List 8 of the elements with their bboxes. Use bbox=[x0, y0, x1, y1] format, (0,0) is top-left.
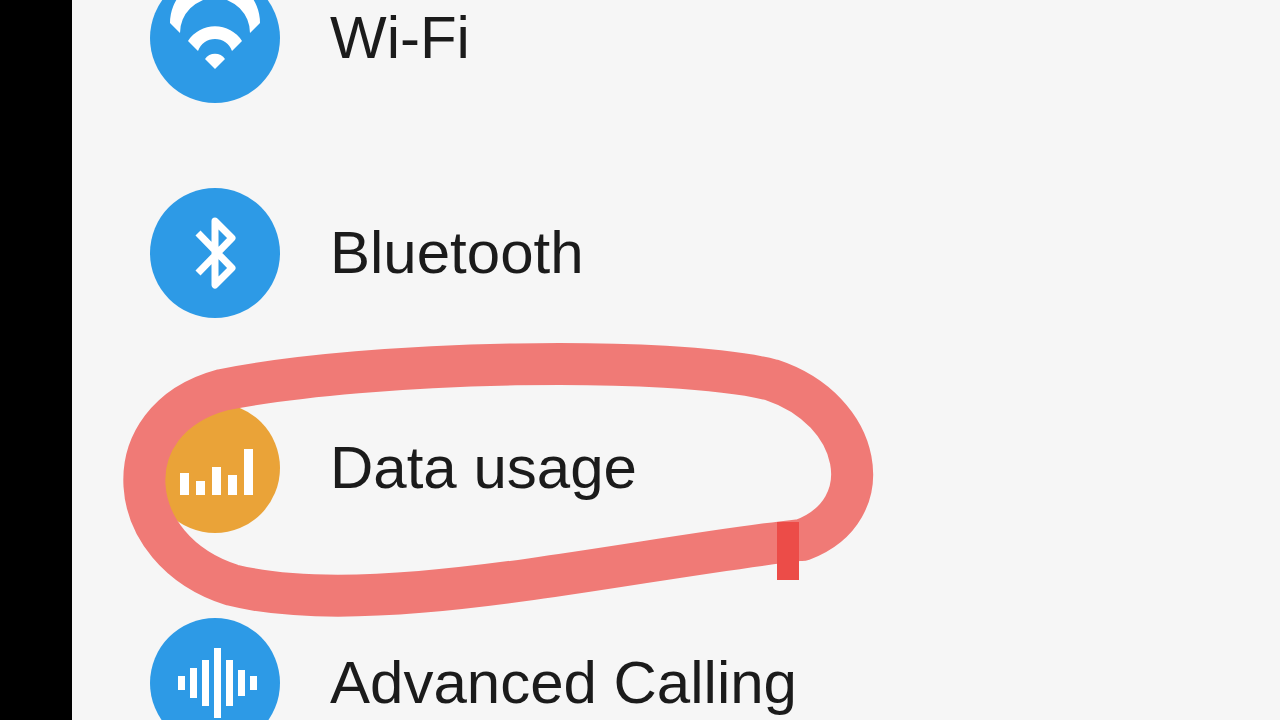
settings-item-label[interactable]: Bluetooth bbox=[330, 222, 584, 283]
bar-chart-icon bbox=[180, 448, 253, 495]
settings-item-label[interactable]: Advanced Calling bbox=[330, 652, 797, 713]
settings-item-label[interactable]: Data usage bbox=[330, 437, 637, 498]
wifi-icon bbox=[170, 0, 260, 69]
settings-item-label[interactable]: Wi-Fi bbox=[330, 7, 470, 68]
bluetooth-icon bbox=[195, 217, 236, 288]
sound-wave-icon bbox=[178, 647, 257, 718]
